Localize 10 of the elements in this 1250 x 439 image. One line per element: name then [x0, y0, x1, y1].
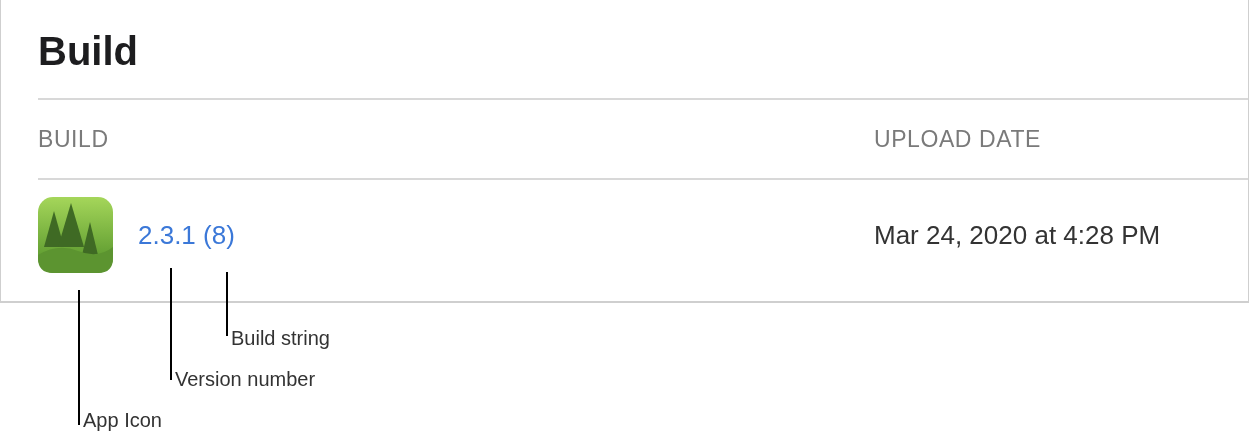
section-title: Build: [38, 28, 139, 75]
build-version-link[interactable]: 2.3.1 (8): [138, 215, 235, 255]
upload-date: Mar 24, 2020 at 4:28 PM: [874, 218, 1161, 252]
callout-label: App Icon: [83, 408, 162, 432]
callout-label: Version number: [175, 367, 316, 391]
column-header: BUILD: [38, 124, 110, 154]
leader-line: [226, 272, 228, 336]
column-header: UPLOAD DATE: [874, 124, 1041, 154]
callout-label: Build string: [231, 326, 330, 350]
forest-icon: [38, 197, 113, 273]
